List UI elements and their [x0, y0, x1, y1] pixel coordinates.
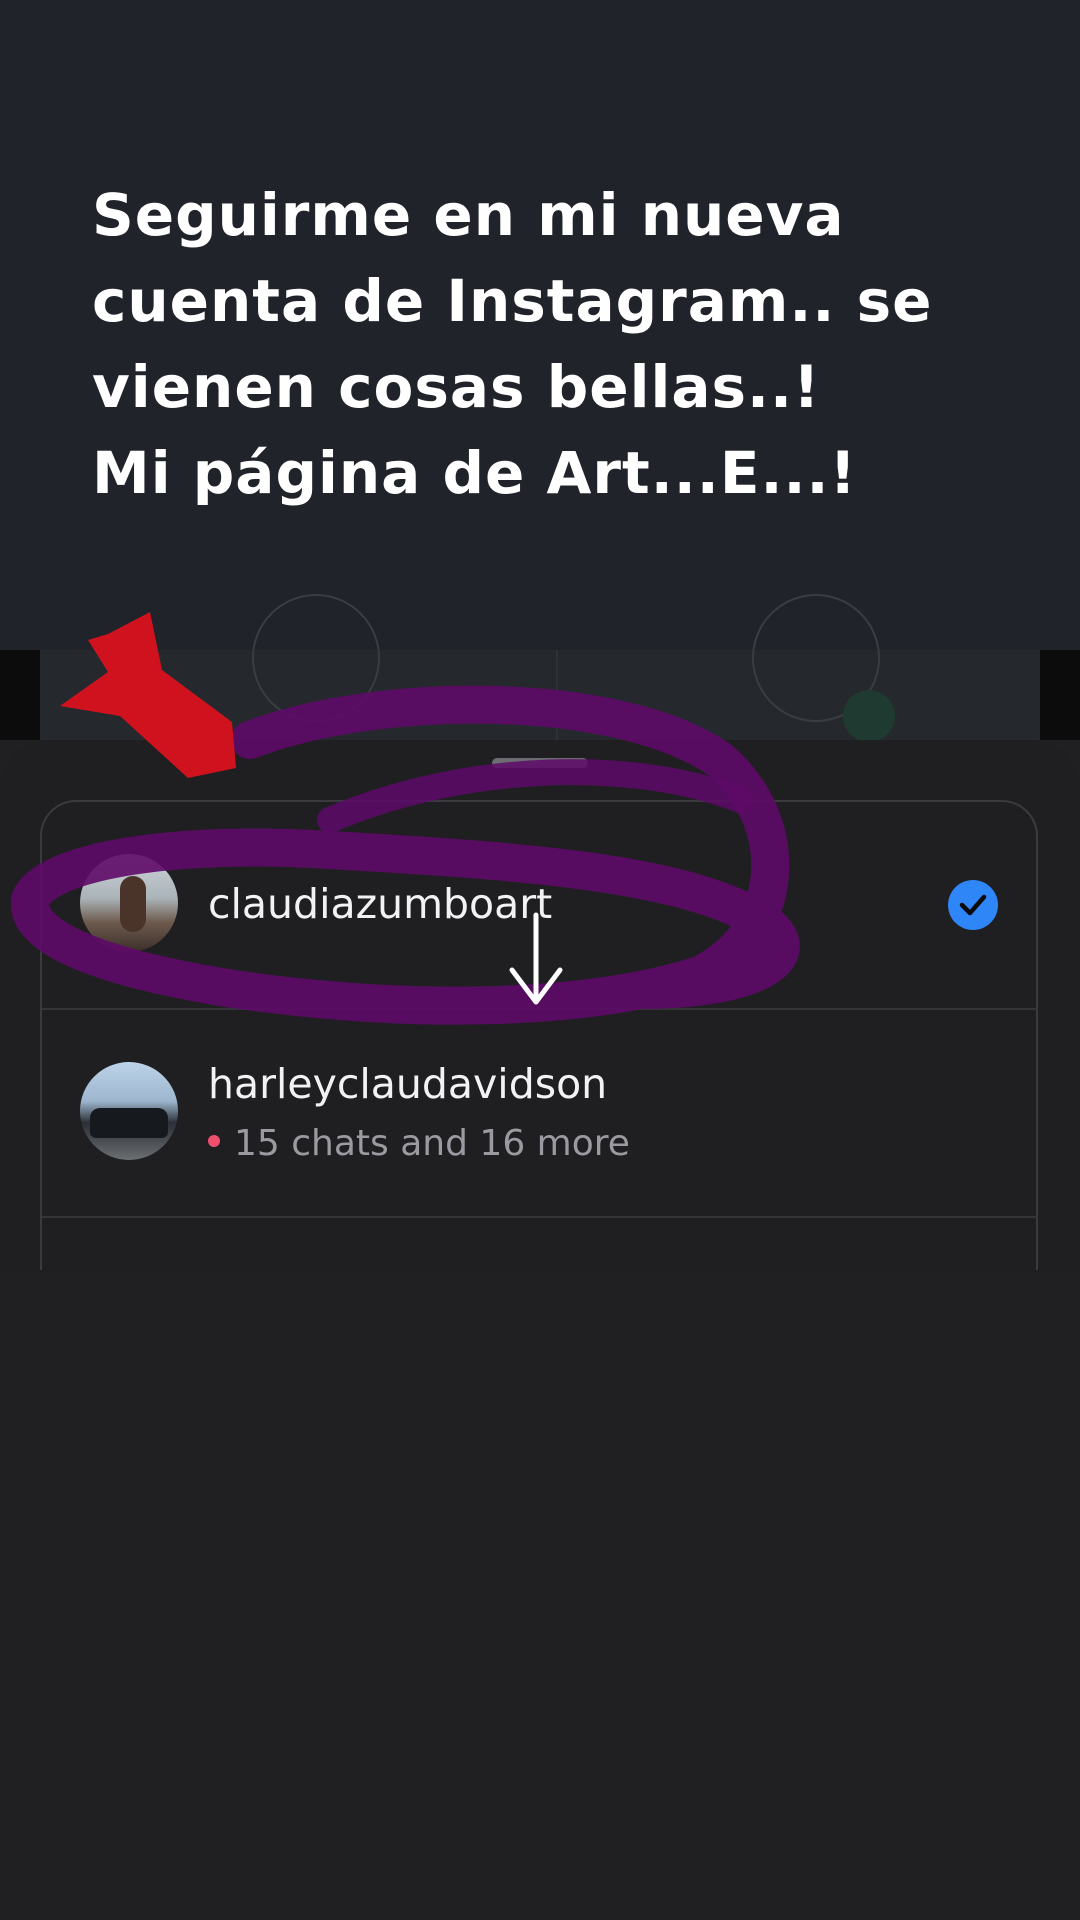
account-status: 15 chats and 16 more: [208, 1123, 630, 1164]
drag-handle[interactable]: [492, 758, 588, 768]
caption-line: vienen cosas bellas..!: [92, 353, 821, 421]
divider: [556, 650, 558, 740]
edge-shadow-right: [1040, 650, 1080, 740]
screen: Seguirme en mi nueva cuenta de Instagram…: [0, 0, 1080, 1920]
sheet-lower-area: [0, 1270, 1080, 1920]
caption-background: Seguirme en mi nueva cuenta de Instagram…: [0, 0, 1080, 650]
account-row-claudiazumboart[interactable]: claudiazumboart: [42, 802, 1038, 1010]
caption-line: Mi página de Art...E...!: [92, 439, 858, 507]
avatar: [80, 1062, 178, 1160]
account-status-text: 15 chats and 16 more: [234, 1123, 630, 1164]
account-username: harleyclaudavidson: [208, 1060, 608, 1108]
caption-line: Seguirme en mi nueva: [92, 181, 845, 249]
profile-photo-icon: [120, 876, 146, 932]
background-app-toolbar: [0, 594, 1080, 742]
selected-check-icon: [948, 880, 998, 930]
avatar: [80, 854, 178, 952]
chat-bubble-icon: [252, 594, 380, 722]
car-photo-icon: [90, 1108, 168, 1138]
edge-shadow-left: [0, 650, 40, 740]
unread-dot-icon: [208, 1135, 220, 1147]
accounts-list: claudiazumboart harleyclaudavidson 15 ch…: [40, 800, 1038, 1300]
check-circle-icon: [843, 690, 895, 742]
account-row-harleyclaudavidson[interactable]: harleyclaudavidson 15 chats and 16 more: [42, 1010, 1038, 1218]
account-username: claudiazumboart: [208, 880, 553, 928]
overlay-caption: Seguirme en mi nueva cuenta de Instagram…: [92, 172, 1012, 516]
caption-line: cuenta de Instagram.. se: [92, 267, 933, 335]
